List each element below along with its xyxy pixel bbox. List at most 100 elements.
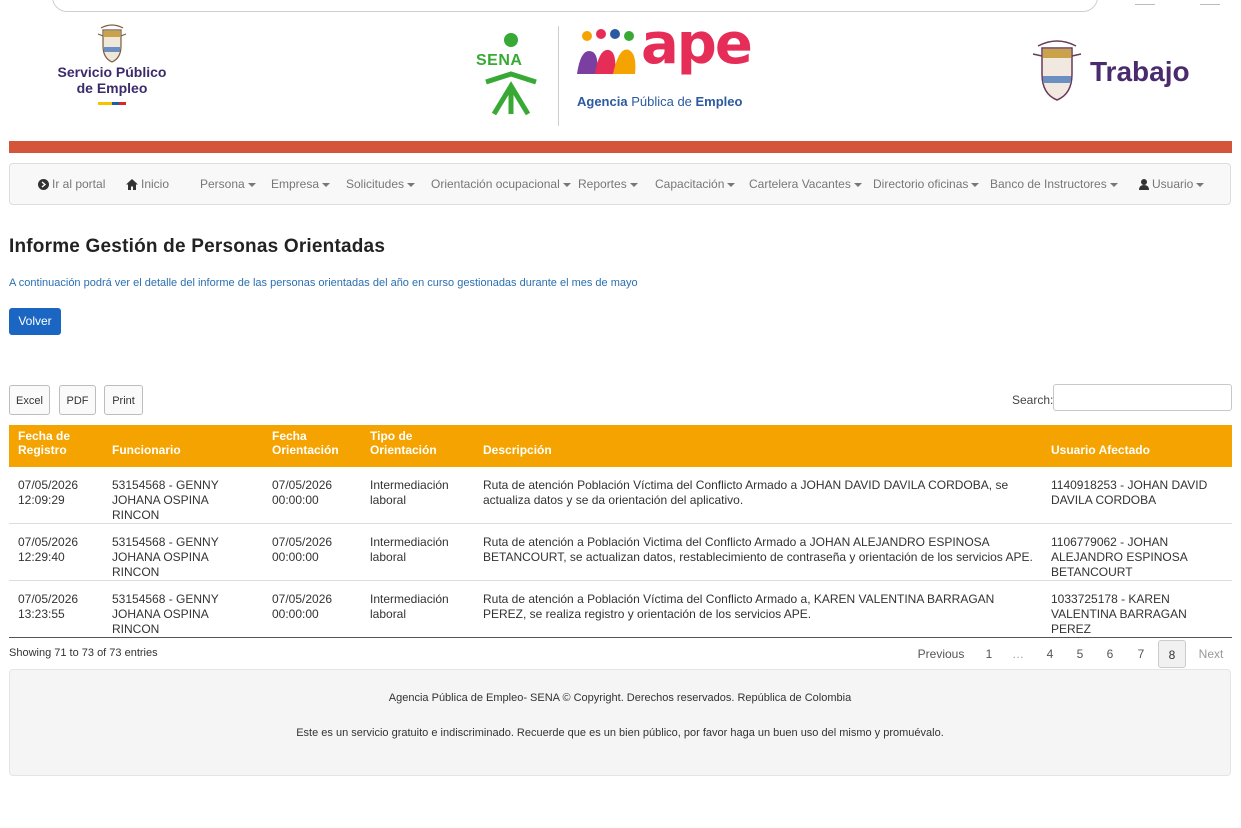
caret-down-icon	[322, 182, 331, 187]
col-fecha-registro[interactable]: Fecha de Registro	[9, 425, 103, 467]
caret-down-icon	[1109, 182, 1118, 187]
nav-capacitacion[interactable]: Capacitación	[655, 164, 736, 204]
table-row: 07/05/2026 13:23:55 53154568 - GENNY JOH…	[9, 580, 1232, 638]
caret-down-icon	[247, 182, 256, 187]
table-row: 07/05/2026 12:29:40 53154568 - GENNY JOH…	[9, 523, 1232, 581]
caret-down-icon	[407, 182, 416, 187]
caret-down-icon	[562, 182, 571, 187]
col-descripcion[interactable]: Descripción	[474, 425, 1042, 467]
nav-empresa-label: Empresa	[271, 177, 320, 191]
brand-header: Servicio Público de Empleo SENA ape Agen…	[0, 12, 1241, 138]
search-input[interactable]	[1053, 384, 1232, 411]
sena-logo-text: SENA	[476, 52, 523, 69]
nav-capacitacion-label: Capacitación	[655, 177, 725, 191]
colombia-shield-icon	[97, 24, 127, 63]
ape-logo-word: ape	[641, 12, 753, 77]
cell-descripcion: Ruta de atención a Población Victima del…	[474, 523, 1042, 581]
table-row: 07/05/2026 12:09:29 53154568 - GENNY JOH…	[9, 467, 1232, 524]
page-title: Informe Gestión de Personas Orientadas	[9, 236, 386, 257]
sena-emblem-icon	[485, 33, 537, 116]
pagination-ellipsis: …	[1012, 647, 1024, 661]
nav-banco-label: Banco de Instructores	[990, 177, 1107, 191]
nav-usuario[interactable]: Usuario	[1139, 164, 1205, 204]
cell-fecha-registro: 07/05/2026 12:29:40	[9, 523, 103, 581]
caret-down-icon	[971, 182, 980, 187]
browser-chrome	[0, 0, 1241, 14]
print-button[interactable]: Print	[104, 385, 143, 415]
nav-cartelera-label: Cartelera Vacantes	[749, 177, 851, 191]
cell-tipo-orientacion: Intermediación laboral	[361, 580, 474, 638]
caret-down-icon	[727, 182, 736, 187]
nav-cartelera-vacantes[interactable]: Cartelera Vacantes	[749, 164, 862, 204]
spe-logo[interactable]: Servicio Público de Empleo	[52, 24, 172, 105]
pagination-page-8[interactable]: 8	[1158, 640, 1186, 668]
trabajo-logo-text: Trabajo	[1090, 56, 1190, 87]
trabajo-logo[interactable]: Trabajo	[1030, 38, 1190, 108]
footer-notice: Este es un servicio gratuito e indiscrim…	[296, 727, 944, 739]
nav-reportes-label: Reportes	[578, 177, 627, 191]
search-label: Search:	[1012, 393, 1054, 407]
export-pdf-button[interactable]: PDF	[59, 385, 96, 415]
cell-fecha-orientacion: 07/05/2026 00:00:00	[263, 523, 361, 581]
nav-reportes[interactable]: Reportes	[578, 164, 638, 204]
back-button[interactable]: Volver	[9, 308, 61, 335]
export-excel-button[interactable]: Excel	[9, 385, 50, 415]
pagination-next[interactable]: Next	[1193, 640, 1229, 668]
pagination-page-1[interactable]: 1	[978, 640, 1000, 668]
page-footer: Agencia Pública de Empleo- SENA © Copyri…	[9, 669, 1231, 776]
cell-tipo-orientacion: Intermediación laboral	[361, 467, 474, 524]
ape-logo[interactable]: ape Agencia Pública de Empleo	[575, 12, 775, 124]
profile-icon[interactable]	[1135, 0, 1155, 5]
nav-directorio-label: Directorio oficinas	[873, 177, 969, 191]
cell-descripcion: Ruta de atención a Población Víctima del…	[474, 580, 1042, 638]
spe-logo-line1: Servicio Público	[57, 64, 167, 80]
nav-banco-instructores[interactable]: Banco de Instructores	[990, 164, 1118, 204]
caret-down-icon	[1196, 182, 1205, 187]
caret-down-icon	[629, 182, 638, 187]
ape-logo-subtitle: Agencia Pública de Empleo	[577, 94, 743, 109]
cell-funcionario: 53154568 - GENNY JOHANA OSPINA RINCON	[103, 467, 263, 524]
menu-icon[interactable]	[1200, 0, 1220, 5]
nav-solicitudes-label: Solicitudes	[346, 177, 405, 191]
cell-fecha-orientacion: 07/05/2026 00:00:00	[263, 467, 361, 524]
nav-solicitudes[interactable]: Solicitudes	[346, 164, 416, 204]
nav-empresa[interactable]: Empresa	[271, 164, 331, 204]
user-icon	[1139, 179, 1149, 191]
cell-usuario-afectado: 1106779062 - JOHAN ALEJANDRO ESPINOSA BE…	[1042, 523, 1232, 581]
circle-arrow-icon	[38, 179, 49, 191]
pagination-page-4[interactable]: 4	[1039, 640, 1061, 668]
orientation-report-table: Fecha de Registro Funcionario Fecha Orie…	[9, 425, 1232, 638]
home-icon	[126, 179, 138, 191]
sena-logo[interactable]: SENA	[476, 30, 546, 116]
page-subtitle: A continuación podrá ver el detalle del …	[9, 277, 638, 289]
nav-directorio-oficinas[interactable]: Directorio oficinas	[873, 164, 980, 204]
col-tipo-orientacion[interactable]: Tipo de Orientación	[361, 425, 474, 467]
entries-info: Showing 71 to 73 of 73 entries	[9, 647, 158, 659]
table-header-row: Fecha de Registro Funcionario Fecha Orie…	[9, 425, 1232, 467]
nav-persona-label: Persona	[200, 177, 245, 191]
nav-usuario-label: Usuario	[1152, 177, 1194, 191]
nav-orientacion-ocupacional[interactable]: Orientación ocupacional	[431, 164, 571, 204]
nav-orientacion-label: Orientación ocupacional	[431, 177, 560, 191]
pagination-previous[interactable]: Previous	[912, 640, 970, 668]
colombia-flag-stripe	[98, 102, 126, 105]
nav-ir-al-portal-label: Ir al portal	[52, 177, 106, 191]
cell-funcionario: 53154568 - GENNY JOHANA OSPINA RINCON	[103, 580, 263, 638]
nav-inicio[interactable]: Inicio	[126, 164, 169, 204]
ape-people-icon	[577, 29, 636, 74]
footer-copyright: Agencia Pública de Empleo- SENA © Copyri…	[388, 692, 852, 704]
col-usuario-afectado[interactable]: Usuario Afectado	[1042, 425, 1232, 467]
spe-logo-line2: de Empleo	[76, 80, 148, 96]
pagination-page-6[interactable]: 6	[1099, 640, 1121, 668]
nav-persona[interactable]: Persona	[200, 164, 256, 204]
pagination-page-5[interactable]: 5	[1069, 640, 1091, 668]
address-bar[interactable]	[52, 0, 1098, 12]
nav-inicio-label: Inicio	[141, 177, 170, 191]
nav-ir-al-portal[interactable]: Ir al portal	[38, 164, 105, 204]
cell-descripcion: Ruta de atención Población Víctima del C…	[474, 467, 1042, 524]
col-funcionario[interactable]: Funcionario	[103, 425, 263, 467]
col-fecha-orientacion[interactable]: Fecha Orientación	[263, 425, 361, 467]
cell-fecha-registro: 07/05/2026 12:09:29	[9, 467, 103, 524]
pagination-page-7[interactable]: 7	[1130, 640, 1152, 668]
header-accent-bar	[9, 141, 1232, 153]
